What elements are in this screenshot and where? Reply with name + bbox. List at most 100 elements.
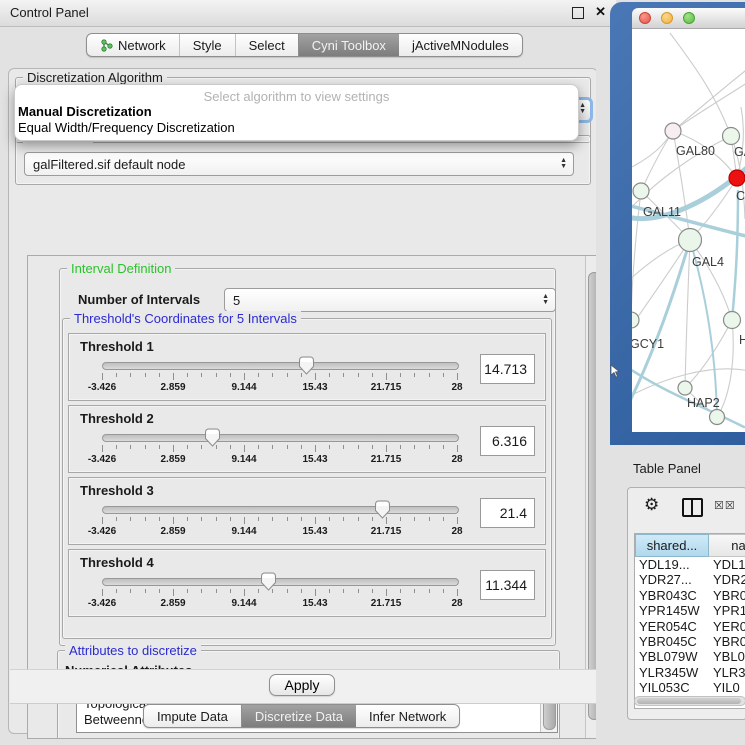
network-edge — [632, 240, 690, 331]
tab-label: Cyni Toolbox — [312, 38, 386, 53]
network-node[interactable] — [678, 381, 692, 395]
table-row[interactable]: YDL19...YDL1 — [635, 557, 745, 572]
threshold-value-field[interactable]: 11.344 — [480, 570, 535, 600]
network-canvas[interactable]: GAL80GAGAL11CGAL4GCY1HHAP2 — [632, 29, 745, 432]
network-node[interactable] — [665, 123, 681, 139]
tab-network[interactable]: Network — [87, 34, 179, 56]
table-row[interactable]: YLR345WYLR3 — [635, 665, 745, 680]
slider-thumb[interactable] — [260, 572, 277, 591]
slider-track[interactable] — [102, 362, 459, 370]
network-node[interactable] — [729, 170, 745, 186]
minor-tick — [443, 445, 444, 449]
column-header-name[interactable]: na — [709, 534, 745, 557]
network-node[interactable] — [724, 312, 741, 329]
node-label-hap2: HAP2 — [687, 396, 720, 410]
major-tick — [173, 445, 174, 452]
network-node[interactable] — [723, 128, 740, 145]
slider-track[interactable] — [102, 434, 459, 442]
table-horizontal-scrollbar[interactable] — [634, 696, 745, 706]
major-tick — [457, 373, 458, 380]
gear-icon[interactable]: ⚙ — [644, 495, 659, 515]
table-row[interactable]: YER054CYER0 — [635, 619, 745, 634]
tab-impute-data[interactable]: Impute Data — [144, 705, 241, 727]
node-label-gal80: GAL80 — [676, 144, 715, 158]
tab-label: Style — [193, 38, 222, 53]
network-window-titlebar[interactable] — [632, 8, 745, 29]
tick-label: 21.715 — [371, 382, 402, 393]
network-edge — [632, 191, 641, 320]
minor-tick — [116, 445, 117, 449]
close-icon[interactable]: ✕ — [595, 4, 606, 20]
network-node[interactable] — [632, 312, 639, 328]
tick-label: 9.144 — [231, 526, 256, 537]
tab-infer-network[interactable]: Infer Network — [356, 705, 459, 727]
tab-style[interactable]: Style — [179, 34, 235, 56]
minor-tick — [130, 373, 131, 377]
mouse-cursor — [610, 364, 620, 378]
cell-shared-name: YDR27... — [639, 572, 692, 587]
minor-tick — [230, 517, 231, 521]
minor-tick — [429, 589, 430, 593]
table-row[interactable]: YBR043CYBR0 — [635, 588, 745, 603]
algorithm-dropdown-popup: Select algorithm to view settings Manual… — [14, 84, 579, 141]
minor-tick — [287, 373, 288, 377]
algorithm-option-manual[interactable]: Manual Discretization — [18, 104, 152, 119]
tab-discretize-data[interactable]: Discretize Data — [241, 705, 356, 727]
algorithm-option-equal-width[interactable]: Equal Width/Frequency Discretization — [18, 120, 235, 135]
node-table[interactable]: shared... na YDL19...YDL1YDR27...YDR2YBR… — [634, 533, 745, 709]
column-checkboxes-icon[interactable]: ☒☒ — [714, 499, 736, 512]
settings-scrollpane: Interval Definition Number of Intervals … — [27, 255, 603, 739]
table-row[interactable]: YBR045C YBR0 — [635, 634, 745, 649]
cell-shared-name: YBR045C — [639, 634, 697, 649]
cell-name: YLR3 — [713, 665, 745, 680]
network-node[interactable] — [633, 183, 649, 199]
minor-tick — [443, 517, 444, 521]
tick-label: 15.43 — [302, 526, 327, 537]
num-intervals-combo[interactable]: 5 ▲▼ — [224, 288, 556, 312]
split-view-icon[interactable] — [682, 498, 703, 517]
cell-name: YBR0 — [713, 634, 745, 649]
maximize-traffic-light-icon[interactable] — [683, 12, 695, 24]
minor-tick — [329, 445, 330, 449]
tab-cyni-toolbox[interactable]: Cyni Toolbox — [298, 34, 399, 56]
table-row[interactable]: YBL079WYBL0 — [635, 649, 745, 664]
minor-tick — [429, 517, 430, 521]
tab-jactivemnodules[interactable]: jActiveMNodules — [399, 34, 522, 56]
minor-tick — [130, 589, 131, 593]
table-row[interactable]: YDR27...YDR2 — [635, 572, 745, 587]
close-traffic-light-icon[interactable] — [639, 12, 651, 24]
minor-tick — [414, 445, 415, 449]
float-window-icon[interactable] — [572, 7, 584, 19]
threshold-value-field[interactable]: 14.713 — [480, 354, 535, 384]
tick-label: 28 — [451, 454, 462, 465]
apply-button[interactable]: Apply — [269, 674, 335, 696]
minor-tick — [329, 589, 330, 593]
table-row[interactable]: YPR145WYPR1 — [635, 603, 745, 618]
tab-label: Impute Data — [157, 709, 228, 724]
slider-thumb[interactable] — [374, 500, 391, 519]
network-edge — [670, 33, 731, 136]
minor-tick — [145, 445, 146, 449]
slider-track[interactable] — [102, 578, 459, 586]
node-label-c: C — [736, 189, 745, 203]
threshold-value-field[interactable]: 21.4 — [480, 498, 535, 528]
cell-shared-name: YBL079W — [639, 649, 698, 664]
column-header-shared-name[interactable]: shared... — [635, 534, 709, 557]
tab-select[interactable]: Select — [235, 34, 298, 56]
minor-tick — [287, 445, 288, 449]
major-tick — [173, 517, 174, 524]
minor-tick — [159, 589, 160, 593]
table-data-combo[interactable]: galFiltered.sif default node ▲▼ — [24, 152, 574, 176]
slider-thumb[interactable] — [298, 356, 315, 375]
slider-thumb[interactable] — [204, 428, 221, 447]
minor-tick — [145, 517, 146, 521]
threshold-value-field[interactable]: 6.316 — [480, 426, 535, 456]
slider-track[interactable] — [102, 506, 459, 514]
minimize-traffic-light-icon[interactable] — [661, 12, 673, 24]
network-node[interactable] — [710, 410, 725, 425]
major-tick — [244, 517, 245, 524]
table-row[interactable]: YIL053CYIL0 — [635, 680, 745, 695]
tick-label: -3.426 — [88, 382, 116, 393]
control-panel-titlebar: Control Panel ✕ — [0, 0, 616, 27]
network-node[interactable] — [679, 229, 702, 252]
